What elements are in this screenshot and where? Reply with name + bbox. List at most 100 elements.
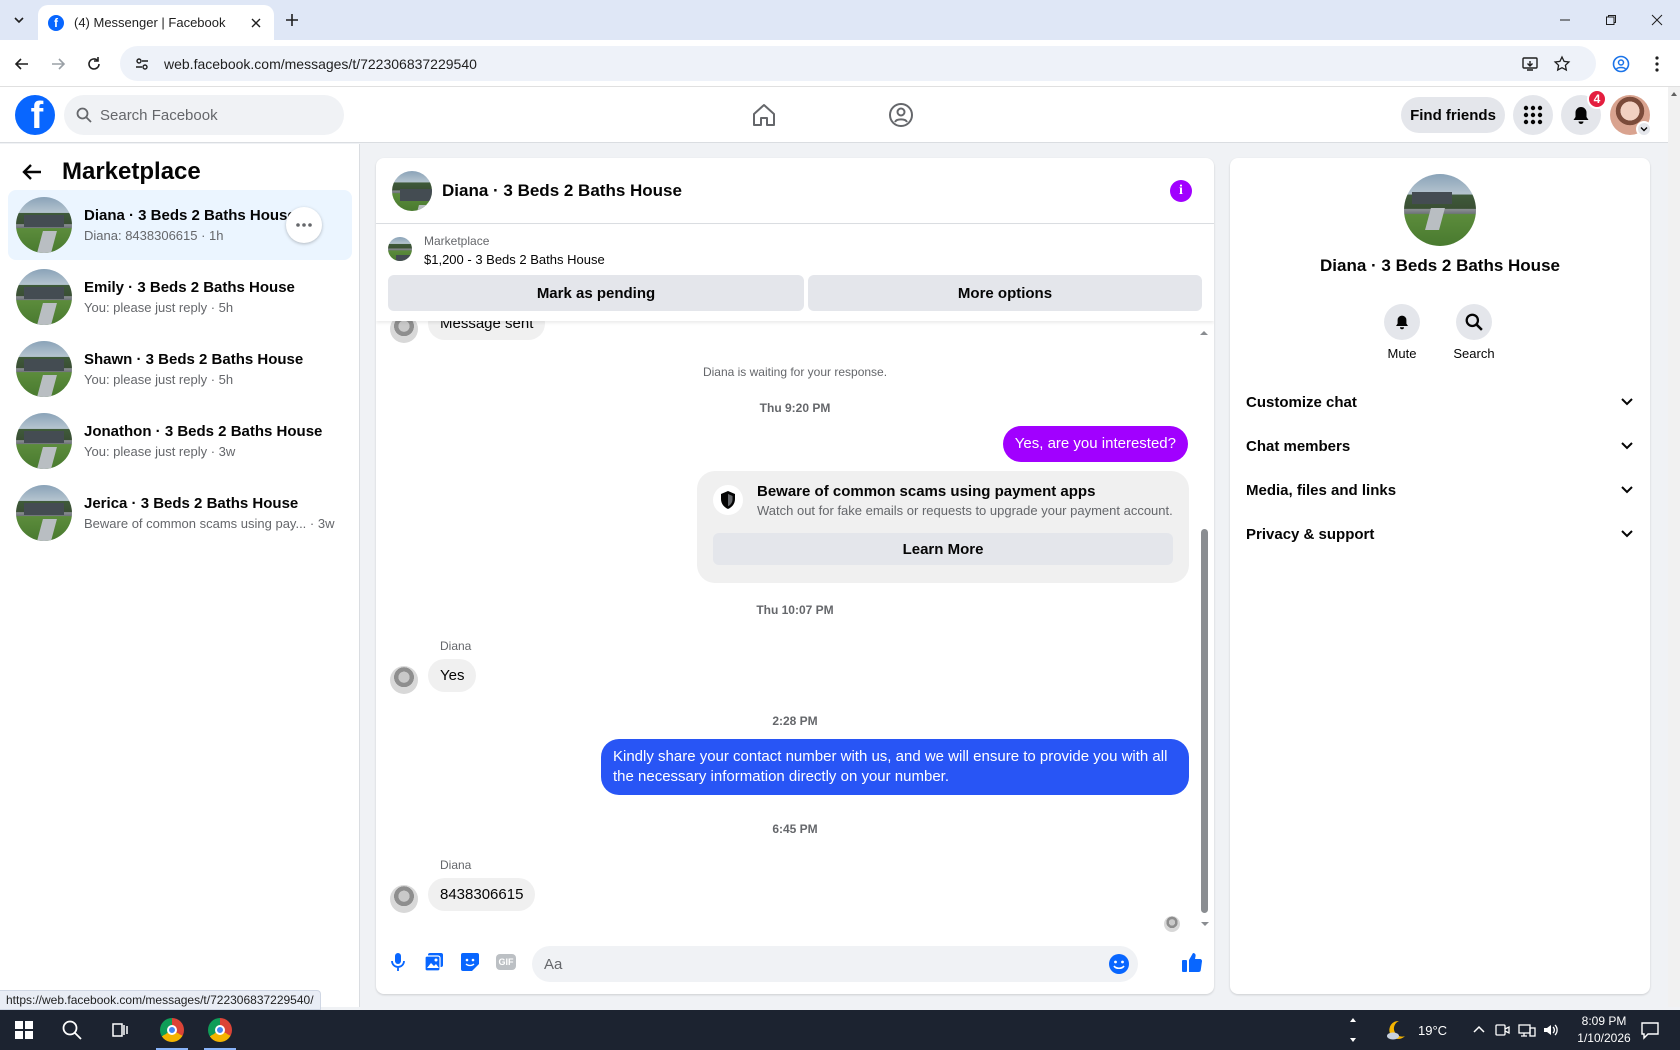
facebook-search-input[interactable] xyxy=(100,106,320,124)
chat-item-name: Diana · 3 Beds 2 Baths House xyxy=(84,207,296,224)
new-tab-button[interactable] xyxy=(282,10,302,30)
menu-button[interactable] xyxy=(1513,95,1553,135)
info-icon[interactable]: i xyxy=(1170,180,1192,202)
chevron-down-icon xyxy=(14,17,24,24)
site-settings-icon[interactable] xyxy=(132,54,152,74)
privacy-support-section[interactable]: Privacy & support xyxy=(1246,514,1634,554)
back-button[interactable] xyxy=(9,51,35,77)
scroll-thumb[interactable] xyxy=(1201,529,1208,913)
chat-item-preview: You: please just reply · 3w xyxy=(84,444,236,459)
listing-title[interactable]: $1,200 - 3 Beds 2 Baths House xyxy=(424,252,605,267)
find-friends-button[interactable]: Find friends xyxy=(1401,97,1505,133)
minimize-button[interactable] xyxy=(1542,0,1588,40)
chat-item-preview: Diana: 8438306615 · 1h xyxy=(84,228,224,243)
close-window-button[interactable] xyxy=(1634,0,1680,40)
task-view-button[interactable] xyxy=(96,1010,144,1050)
taskbar-search-button[interactable] xyxy=(48,1010,96,1050)
home-nav-button[interactable] xyxy=(742,93,786,137)
chat-details-avatar[interactable] xyxy=(1404,174,1476,246)
page-scrollbar[interactable] xyxy=(1668,87,1680,1007)
emoji-icon[interactable] xyxy=(1108,953,1130,975)
taskbar-chrome-2[interactable] xyxy=(196,1010,244,1050)
bookmark-star-icon[interactable] xyxy=(1548,46,1576,81)
tab-close-icon[interactable] xyxy=(248,15,264,31)
restore-button[interactable] xyxy=(1588,0,1634,40)
start-button[interactable] xyxy=(0,1010,48,1050)
mute-button[interactable]: Mute xyxy=(1372,304,1432,361)
chat-item-name: Shawn · 3 Beds 2 Baths House xyxy=(84,351,304,368)
weather-temperature[interactable]: 19°C xyxy=(1418,1023,1447,1038)
gif-icon[interactable]: GIF xyxy=(494,950,518,974)
chat-item-name: Jerica · 3 Beds 2 Baths House xyxy=(84,495,299,512)
chevron-down-icon xyxy=(1621,486,1633,494)
address-bar[interactable]: web.facebook.com/messages/t/722306837229… xyxy=(120,46,1596,81)
volume-icon[interactable] xyxy=(1542,1022,1560,1038)
forward-button[interactable] xyxy=(45,51,71,77)
browser-menu-icon[interactable] xyxy=(1644,51,1670,77)
more-options-icon[interactable] xyxy=(286,207,322,243)
action-center-icon[interactable] xyxy=(1640,1020,1660,1040)
clock-time[interactable]: 8:09 PM xyxy=(1574,1014,1634,1028)
chat-item-diana[interactable]: Diana · 3 Beds 2 Baths House Diana: 8438… xyxy=(8,190,352,260)
listing-thumbnail[interactable] xyxy=(388,237,412,261)
clock-date[interactable]: 1/10/2026 xyxy=(1570,1031,1638,1045)
message-input[interactable] xyxy=(544,955,1104,973)
photo-attach-icon[interactable] xyxy=(422,950,446,974)
learn-more-button[interactable]: Learn More xyxy=(713,533,1173,565)
plus-icon xyxy=(286,14,298,26)
listing-thumbnail xyxy=(16,413,72,469)
tray-chevron-up-icon[interactable] xyxy=(1472,1022,1486,1036)
chat-item-jonathon[interactable]: Jonathon · 3 Beds 2 Baths House You: ple… xyxy=(8,406,352,476)
message-bubble-incoming: Yes xyxy=(428,659,477,692)
chat-item-jerica[interactable]: Jerica · 3 Beds 2 Baths House Beware of … xyxy=(8,478,352,548)
timestamp: Thu 10:07 PM xyxy=(756,603,834,617)
conversation-title[interactable]: Diana · 3 Beds 2 Baths House xyxy=(442,181,682,201)
chat-members-section[interactable]: Chat members xyxy=(1246,426,1634,466)
link-status-bar: https://web.facebook.com/messages/t/7223… xyxy=(0,990,321,1010)
message-input-container[interactable] xyxy=(532,946,1138,982)
search-in-chat-button[interactable]: Search xyxy=(1444,304,1504,361)
scroll-up-icon xyxy=(1200,331,1208,335)
taskbar-scroll-arrows-icon[interactable] xyxy=(1348,1012,1358,1048)
chat-item-emily[interactable]: Emily · 3 Beds 2 Baths House You: please… xyxy=(8,262,352,332)
install-app-icon[interactable] xyxy=(1516,46,1544,81)
message-list[interactable]: Message sent Diana is waiting for your r… xyxy=(376,321,1214,921)
listing-thumbnail xyxy=(16,341,72,397)
microphone-icon[interactable] xyxy=(386,950,410,974)
facebook-favicon-icon: f xyxy=(48,14,64,31)
facebook-logo-icon[interactable]: f xyxy=(15,95,55,135)
message-scrollbar[interactable] xyxy=(1198,329,1210,921)
groups-nav-button[interactable] xyxy=(879,93,923,137)
task-view-icon xyxy=(112,1023,128,1037)
more-options-button[interactable]: More options xyxy=(808,275,1202,311)
chat-item-shawn[interactable]: Shawn · 3 Beds 2 Baths House You: please… xyxy=(8,334,352,404)
shield-icon xyxy=(713,485,743,515)
like-thumbs-up-icon[interactable] xyxy=(1180,950,1204,974)
taskbar-chrome-1[interactable] xyxy=(148,1010,196,1050)
chat-item-preview: Beware of common scams using pay... · 3w xyxy=(84,516,335,531)
back-arrow-icon[interactable] xyxy=(18,158,46,186)
network-icon[interactable] xyxy=(1518,1022,1536,1038)
scam-warning-title: Beware of common scams using payment app… xyxy=(757,483,1096,500)
chat-item-preview: You: please just reply · 5h xyxy=(84,372,234,387)
meet-now-icon[interactable] xyxy=(1494,1022,1510,1038)
account-chevron-icon[interactable] xyxy=(1636,121,1652,137)
profile-icon[interactable] xyxy=(1608,51,1634,77)
reload-button[interactable] xyxy=(81,51,107,77)
conversation-avatar[interactable] xyxy=(392,170,432,211)
facebook-search[interactable] xyxy=(64,95,344,135)
conversation-panel: Diana · 3 Beds 2 Baths House i Marketpla… xyxy=(376,158,1214,994)
customize-chat-section[interactable]: Customize chat xyxy=(1246,382,1634,422)
chevron-down-icon xyxy=(1621,530,1633,538)
browser-tab-messenger[interactable]: f (4) Messenger | Facebook xyxy=(38,5,274,40)
chat-details-name: Diana · 3 Beds 2 Baths House xyxy=(1320,256,1560,275)
sticker-icon[interactable] xyxy=(458,950,482,974)
media-files-links-section[interactable]: Media, files and links xyxy=(1246,470,1634,510)
weather-moon-icon[interactable] xyxy=(1384,1018,1408,1042)
mark-as-pending-button[interactable]: Mark as pending xyxy=(388,275,804,311)
arrow-right-icon xyxy=(52,58,66,70)
mute-label: Mute xyxy=(1387,346,1417,361)
tab-search-button[interactable] xyxy=(6,8,32,32)
groups-icon xyxy=(889,103,913,127)
browser-toolbar: web.facebook.com/messages/t/722306837229… xyxy=(0,40,1680,87)
